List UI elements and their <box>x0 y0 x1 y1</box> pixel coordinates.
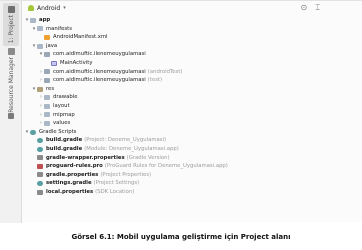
tree-item-label: build.gradle <box>46 145 83 152</box>
pkg-icon <box>44 69 50 75</box>
tree-item-label: layout <box>53 102 70 109</box>
tab-structure[interactable] <box>3 113 19 121</box>
tree-item-label: build.gradle <box>46 137 83 144</box>
folder-icon <box>44 112 50 118</box>
tree-item-label: AndroidManifest.xml <box>53 34 108 41</box>
xml-icon <box>44 34 50 40</box>
tree-item-hint: (test) <box>147 77 163 84</box>
tree-item-pkg-test[interactable]: › com.aidimuftic.ilenemeuygulamasi (test) <box>24 76 362 85</box>
tree-item-label: settings.gradle <box>46 180 92 187</box>
sync-icon[interactable]: ⊙ <box>300 3 307 13</box>
folder-icon <box>30 17 36 23</box>
tree-item-label: com.aidimuftic.ilenemeuygulamasi <box>53 51 146 58</box>
tree-item-androidmanifest[interactable]: AndroidManifest.xml <box>24 33 362 42</box>
tree-item-label: Gradle Scripts <box>39 128 77 135</box>
tree-item-hint: (Project Settings) <box>93 180 140 187</box>
android-icon <box>28 5 34 11</box>
props-icon <box>37 189 43 195</box>
tree-item-label: mipmap <box>53 111 75 118</box>
tree-item-label: gradle-wrapper.properties <box>46 154 125 161</box>
side-tool-strip: 1: Project Resource Manager <box>0 1 22 223</box>
tree-item-app[interactable]: ▾ app <box>24 16 362 25</box>
tree-item-hint: (Module: Deneme_Uygulamasi.app) <box>84 145 179 152</box>
props-icon <box>37 155 43 161</box>
tree-item-local-props[interactable]: local.properties (SDK Location) <box>24 188 362 197</box>
tree-item-gradle-props[interactable]: gradle.properties (Project Properties) <box>24 171 362 180</box>
tab-resource-manager[interactable]: Resource Manager <box>3 45 19 116</box>
tree-item-label: app <box>39 17 51 23</box>
gradle-icon <box>37 181 43 187</box>
tree-item-label: res <box>46 85 55 92</box>
tree-item-label: com.aidimuftic.ilenemeuygulamasi <box>53 68 146 75</box>
tree-item-hint: (Project Properties) <box>100 171 152 178</box>
tree-item-mainactivity[interactable]: MainActivity <box>24 59 362 68</box>
tree-item-proguard[interactable]: proguard-rules.pro (ProGuard Rules for De… <box>24 162 362 171</box>
tree-item-res[interactable]: ▾ res <box>24 85 362 94</box>
tree-item-build-project[interactable]: build.gradle (Project: Deneme_Uygulamasi) <box>24 136 362 145</box>
tree-item-gradle-wrapper[interactable]: gradle-wrapper.properties (Gradle Version… <box>24 154 362 163</box>
tree-item-drawable[interactable]: › drawable <box>24 93 362 102</box>
folder-icon <box>37 26 43 32</box>
resource-icon <box>7 48 15 55</box>
view-selector-label: Android <box>37 4 61 12</box>
pkg-icon <box>44 77 50 83</box>
tree-item-pkg-androidtest[interactable]: › com.aidimuftic.ilenemeuygulamasi (androi… <box>24 68 362 77</box>
settings-icon[interactable]: ⌶ <box>315 3 320 13</box>
props-icon <box>37 172 43 178</box>
tab-resource-manager-label: Resource Manager <box>7 57 15 113</box>
folder-res-icon <box>37 86 43 92</box>
tree-item-gradle-scripts[interactable]: ▾ Gradle Scripts <box>24 128 362 137</box>
tree-item-label: java <box>46 42 58 49</box>
tree-item-manifests[interactable]: ▾ manifests <box>24 25 362 34</box>
folder-icon <box>44 95 50 101</box>
tree-item-hint: (Project: Deneme_Uygulamasi) <box>84 137 167 144</box>
tree-item-label: gradle.properties <box>46 171 99 178</box>
tree-item-hint: (Gradle Version) <box>126 154 170 161</box>
tree-item-label: drawable <box>53 94 78 101</box>
tree-item-values[interactable]: › values <box>24 119 362 128</box>
tree-item-pkg-main[interactable]: ▾ com.aidimuftic.ilenemeuygulamasi <box>24 50 362 59</box>
project-toolbar: Android ▾ ⊙ ⌶ <box>22 1 362 15</box>
tree-item-label: manifests <box>46 25 72 32</box>
pkg-icon <box>44 52 50 58</box>
tab-project-label: 1: Project <box>7 15 15 44</box>
figure-caption: Görsel 6.1: Mobil uygulama geliştirme iç… <box>71 233 291 241</box>
tree-item-label: values <box>53 120 71 127</box>
tree-item-label: MainActivity <box>60 59 93 66</box>
tree-item-label: local.properties <box>46 188 94 195</box>
gradle-icon <box>37 138 43 144</box>
tree-item-mipmap[interactable]: › mipmap <box>24 111 362 120</box>
tree-item-label: com.aidimuftic.ilenemeuygulamasi <box>53 77 146 84</box>
tree-item-java[interactable]: ▾ java <box>24 42 362 51</box>
folder-icon <box>44 103 50 109</box>
tree-item-label: proguard-rules.pro <box>46 163 103 170</box>
tree-item-hint: (androidTest) <box>147 68 183 75</box>
chevron-down-icon: ▾ <box>63 5 66 11</box>
project-tool-window: 1: Project Resource Manager Android ▾ ⊙ … <box>0 0 362 223</box>
gradle-icon <box>37 146 43 152</box>
tree-item-hint: (ProGuard Rules for Deneme_Uygulamasi.ap… <box>104 163 228 170</box>
folder-icon <box>44 120 50 126</box>
kt-icon <box>51 60 57 66</box>
pro-icon <box>37 163 43 169</box>
structure-icon <box>8 113 14 119</box>
gradle-icon <box>30 129 36 135</box>
tree-item-settings-gradle[interactable]: settings.gradle (Project Settings) <box>24 179 362 188</box>
folder-icon <box>37 43 43 49</box>
tree-item-build-module[interactable]: build.gradle (Module: Deneme_Uygulamasi.a… <box>24 145 362 154</box>
tab-project[interactable]: 1: Project <box>3 3 19 47</box>
project-tree: ▾ app ▾ manifests AndroidManifest.xml ▾ java ▾ c… <box>24 16 362 196</box>
tree-item-layout[interactable]: › layout <box>24 102 362 111</box>
tree-item-hint: (SDK Location) <box>95 188 135 195</box>
view-selector[interactable]: Android ▾ <box>28 5 66 12</box>
folder-icon <box>7 6 15 13</box>
